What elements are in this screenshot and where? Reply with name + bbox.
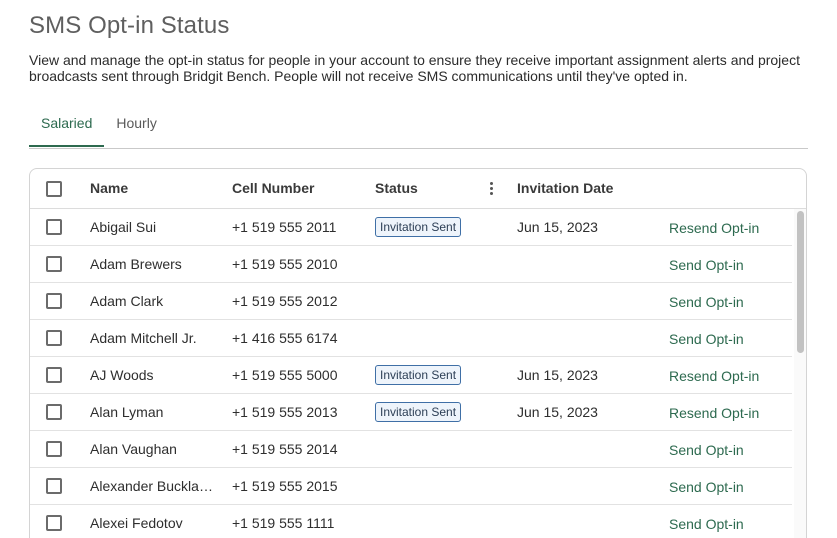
opt-in-table: Name Cell Number Status Invitation Date …: [29, 168, 807, 538]
row-name: Adam Mitchell Jr.: [90, 330, 197, 346]
row-cell-number: +1 519 555 2011: [232, 219, 337, 235]
row-name: Adam Brewers: [90, 256, 182, 272]
send-opt-in-link[interactable]: Send Opt-in: [669, 469, 744, 505]
row-checkbox[interactable]: [46, 256, 62, 272]
row-cell-number: +1 519 555 2012: [232, 293, 338, 309]
status-badge: Invitation Sent: [375, 364, 462, 385]
page-title: SMS Opt-in Status: [29, 12, 230, 39]
row-checkbox[interactable]: [46, 404, 62, 420]
row-cell-number: +1 519 555 1111: [232, 515, 335, 531]
row-cell-number: +1 519 555 2010: [232, 256, 338, 272]
table-row: Alan Lyman +1 519 555 2013 Invitation Se…: [30, 394, 792, 431]
column-header-status[interactable]: Status: [375, 169, 418, 208]
send-opt-in-link[interactable]: Send Opt-in: [669, 506, 744, 538]
row-status: Invitation Sent: [375, 209, 462, 245]
row-cell-number: +1 519 555 5000: [232, 367, 338, 383]
row-name: Adam Clark: [90, 293, 164, 309]
table-row: Abigail Sui +1 519 555 2011 Invitation S…: [30, 209, 792, 246]
row-cell-number: +1 519 555 2015: [232, 478, 338, 494]
table-row: Adam Brewers +1 519 555 2010 Send Opt-in: [30, 246, 792, 283]
column-menu-icon[interactable]: [488, 182, 496, 196]
table-header: Name Cell Number Status Invitation Date: [30, 169, 806, 209]
tab-bar: Salaried Hourly: [29, 106, 808, 149]
resend-opt-in-link[interactable]: Resend Opt-in: [669, 395, 759, 431]
row-invitation-date: Jun 15, 2023: [517, 404, 598, 420]
vertical-scrollbar[interactable]: [794, 209, 806, 538]
status-badge: Invitation Sent: [375, 216, 462, 237]
scrollbar-thumb[interactable]: [797, 211, 804, 353]
row-status: Invitation Sent: [375, 357, 462, 393]
table-row: AJ Woods +1 519 555 5000 Invitation Sent…: [30, 357, 792, 394]
tab-hourly[interactable]: Hourly: [104, 106, 168, 146]
row-name: Abigail Sui: [90, 219, 157, 235]
row-checkbox[interactable]: [46, 515, 62, 531]
row-invitation-date: Jun 15, 2023: [517, 367, 598, 383]
row-name: Alexander Buckla…: [90, 478, 213, 494]
send-opt-in-link[interactable]: Send Opt-in: [669, 247, 744, 283]
resend-opt-in-link[interactable]: Resend Opt-in: [669, 358, 759, 394]
table-row: Alexander Buckla… +1 519 555 2015 Send O…: [30, 468, 792, 505]
status-badge: Invitation Sent: [375, 401, 462, 422]
row-checkbox[interactable]: [46, 441, 62, 457]
row-checkbox[interactable]: [46, 219, 62, 235]
column-header-invitation-date[interactable]: Invitation Date: [517, 169, 613, 208]
row-checkbox[interactable]: [46, 330, 62, 346]
table-row: Adam Clark +1 519 555 2012 Send Opt-in: [30, 283, 792, 320]
sms-opt-in-page: SMS Opt-in Status View and manage the op…: [0, 0, 837, 538]
row-name: Alan Vaughan: [90, 441, 177, 457]
row-name: Alan Lyman: [90, 404, 164, 420]
column-header-cell-number[interactable]: Cell Number: [232, 169, 314, 208]
row-cell-number: +1 519 555 2013: [232, 404, 338, 420]
page-description: View and manage the opt-in status for pe…: [29, 52, 800, 84]
table-row: Alan Vaughan +1 519 555 2014 Send Opt-in: [30, 431, 792, 468]
row-checkbox[interactable]: [46, 293, 62, 309]
tab-salaried[interactable]: Salaried: [29, 106, 105, 147]
row-name: Alexei Fedotov: [90, 515, 183, 531]
table-row: Alexei Fedotov +1 519 555 1111 Send Opt-…: [30, 505, 792, 538]
table-body: Abigail Sui +1 519 555 2011 Invitation S…: [30, 209, 792, 538]
column-header-name[interactable]: Name: [90, 169, 214, 208]
row-cell-number: +1 416 555 6174: [232, 330, 338, 346]
row-cell-number: +1 519 555 2014: [232, 441, 338, 457]
send-opt-in-link[interactable]: Send Opt-in: [669, 432, 744, 468]
row-checkbox[interactable]: [46, 478, 62, 494]
table-row: Adam Mitchell Jr. +1 416 555 6174 Send O…: [30, 320, 792, 357]
send-opt-in-link[interactable]: Send Opt-in: [669, 284, 744, 320]
row-checkbox[interactable]: [46, 367, 62, 383]
row-name: AJ Woods: [90, 367, 154, 383]
row-invitation-date: Jun 15, 2023: [517, 219, 598, 235]
resend-opt-in-link[interactable]: Resend Opt-in: [669, 210, 759, 246]
row-status: Invitation Sent: [375, 394, 462, 430]
send-opt-in-link[interactable]: Send Opt-in: [669, 321, 744, 357]
select-all-checkbox[interactable]: [46, 181, 62, 197]
